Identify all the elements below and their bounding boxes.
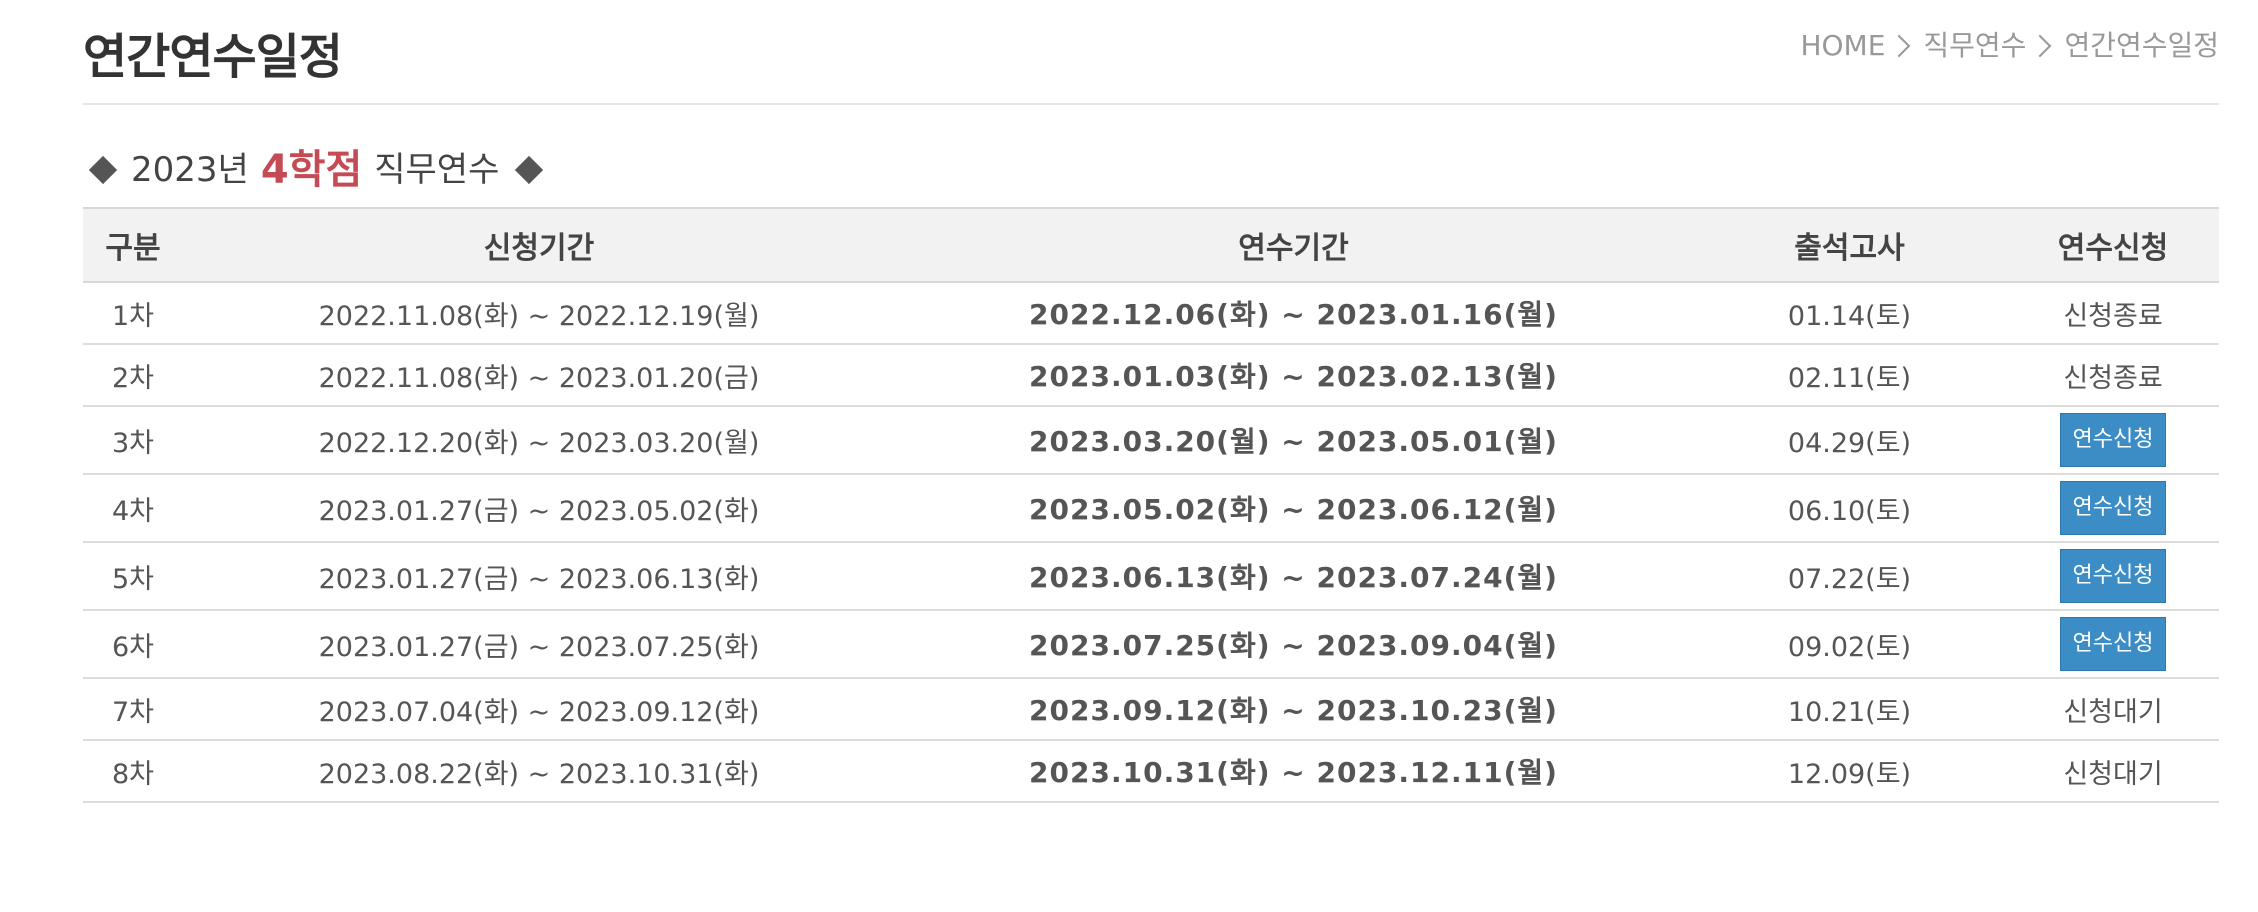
cell-training-period: 2023.07.25(화) ~ 2023.09.04(월)	[895, 610, 1692, 679]
apply-button[interactable]: 연수신청	[2059, 617, 2167, 671]
cell-training-period: 2023.06.13(화) ~ 2023.07.24(월)	[895, 542, 1692, 611]
breadcrumb-training-link[interactable]: 직무연수	[1923, 24, 2026, 68]
table-row: 4차 2023.01.27(금) ~ 2023.05.02(화) 2023.05.0…	[83, 474, 2219, 543]
cell-exam-date: 02.11(토)	[1692, 344, 2007, 407]
column-header-exam: 출석고사	[1692, 207, 2007, 283]
cell-training-period: 2023.01.03(화) ~ 2023.02.13(월)	[895, 344, 1692, 407]
cell-apply-period: 2023.01.27(금) ~ 2023.05.02(화)	[183, 474, 895, 543]
cell-apply-status: 신청대기	[2007, 678, 2219, 741]
apply-button[interactable]: 연수신청	[2059, 549, 2167, 603]
cell-apply-status: 연수신청	[2007, 610, 2219, 679]
cell-exam-date: 04.29(토)	[1692, 406, 2007, 475]
cell-apply-period: 2023.08.22(화) ~ 2023.10.31(화)	[183, 740, 895, 803]
cell-round: 7차	[83, 678, 183, 741]
chevron-right-icon	[1888, 34, 1911, 58]
table-row: 1차 2022.11.08(화) ~ 2022.12.19(월) 2022.12.0…	[83, 282, 2219, 345]
cell-apply-status: 신청대기	[2007, 740, 2219, 803]
cell-apply-period: 2022.11.08(화) ~ 2022.12.19(월)	[183, 282, 895, 345]
cell-round: 3차	[83, 406, 183, 475]
apply-button[interactable]: 연수신청	[2059, 413, 2167, 467]
cell-training-period: 2023.10.31(화) ~ 2023.12.11(월)	[895, 740, 1692, 803]
column-header-training-period: 연수기간	[895, 207, 1692, 283]
cell-exam-date: 01.14(토)	[1692, 282, 2007, 345]
cell-apply-period: 2023.01.27(금) ~ 2023.06.13(화)	[183, 542, 895, 611]
table-row: 6차 2023.01.27(금) ~ 2023.07.25(화) 2023.07.2…	[83, 610, 2219, 679]
table-row: 5차 2023.01.27(금) ~ 2023.06.13(화) 2023.06.1…	[83, 542, 2219, 611]
status-text: 신청대기	[2063, 758, 2163, 790]
diamond-icon	[515, 155, 544, 185]
cell-training-period: 2023.03.20(월) ~ 2023.05.01(월)	[895, 406, 1692, 475]
cell-training-period: 2023.09.12(화) ~ 2023.10.23(월)	[895, 678, 1692, 741]
cell-apply-period: 2023.01.27(금) ~ 2023.07.25(화)	[183, 610, 895, 679]
cell-apply-period: 2022.11.08(화) ~ 2023.01.20(금)	[183, 344, 895, 407]
chevron-right-icon	[2029, 34, 2052, 58]
cell-round: 2차	[83, 344, 183, 407]
table-row: 7차 2023.07.04(화) ~ 2023.09.12(화) 2023.09.1…	[83, 678, 2219, 741]
section-suffix: 직무연수	[374, 150, 500, 190]
page-title: 연간연수일정	[83, 29, 343, 85]
section-year: 2023년	[131, 150, 249, 190]
cell-round: 1차	[83, 282, 183, 345]
table-row: 3차 2022.12.20(화) ~ 2023.03.20(월) 2023.03.2…	[83, 406, 2219, 475]
breadcrumb-current: 연간연수일정	[2064, 29, 2219, 62]
cell-apply-period: 2022.12.20(화) ~ 2023.03.20(월)	[183, 406, 895, 475]
status-text: 신청종료	[2063, 362, 2163, 394]
cell-exam-date: 06.10(토)	[1692, 474, 2007, 543]
cell-round: 5차	[83, 542, 183, 611]
cell-exam-date: 10.21(토)	[1692, 678, 2007, 741]
cell-apply-status: 신청종료	[2007, 282, 2219, 345]
cell-apply-status: 신청종료	[2007, 344, 2219, 407]
apply-button[interactable]: 연수신청	[2059, 481, 2167, 535]
status-text: 신청대기	[2063, 696, 2163, 728]
cell-round: 6차	[83, 610, 183, 679]
section-title: 2023년 4학점 직무연수	[83, 140, 549, 200]
table-header-row: 구분 신청기간 연수기간 출석고사 연수신청	[83, 207, 2219, 283]
cell-apply-status: 연수신청	[2007, 406, 2219, 475]
breadcrumb: HOME 직무연수 연간연수일정	[1800, 24, 2219, 68]
cell-round: 8차	[83, 740, 183, 803]
table-row: 2차 2022.11.08(화) ~ 2023.01.20(금) 2023.01.0…	[83, 344, 2219, 407]
cell-training-period: 2023.05.02(화) ~ 2023.06.12(월)	[895, 474, 1692, 543]
section-credit-highlight: 4학점	[260, 147, 363, 193]
status-text: 신청종료	[2063, 300, 2163, 332]
cell-apply-status: 연수신청	[2007, 542, 2219, 611]
page-header: 연간연수일정 HOME 직무연수 연간연수일정	[83, 0, 2219, 105]
column-header-apply: 연수신청	[2007, 207, 2219, 283]
cell-exam-date: 09.02(토)	[1692, 610, 2007, 679]
diamond-icon	[88, 155, 118, 185]
cell-training-period: 2022.12.06(화) ~ 2023.01.16(월)	[895, 282, 1692, 345]
cell-apply-status: 연수신청	[2007, 474, 2219, 543]
column-header-apply-period: 신청기간	[183, 207, 895, 283]
cell-round: 4차	[83, 474, 183, 543]
cell-exam-date: 12.09(토)	[1692, 740, 2007, 803]
table-row: 8차 2023.08.22(화) ~ 2023.10.31(화) 2023.10.3…	[83, 740, 2219, 803]
cell-exam-date: 07.22(토)	[1692, 542, 2007, 611]
schedule-table: 구분 신청기간 연수기간 출석고사 연수신청 1차 2022.11.08(화) ~…	[83, 207, 2219, 803]
cell-apply-period: 2023.07.04(화) ~ 2023.09.12(화)	[183, 678, 895, 741]
column-header-round: 구분	[83, 207, 183, 283]
breadcrumb-home-link[interactable]: HOME	[1800, 24, 1885, 68]
